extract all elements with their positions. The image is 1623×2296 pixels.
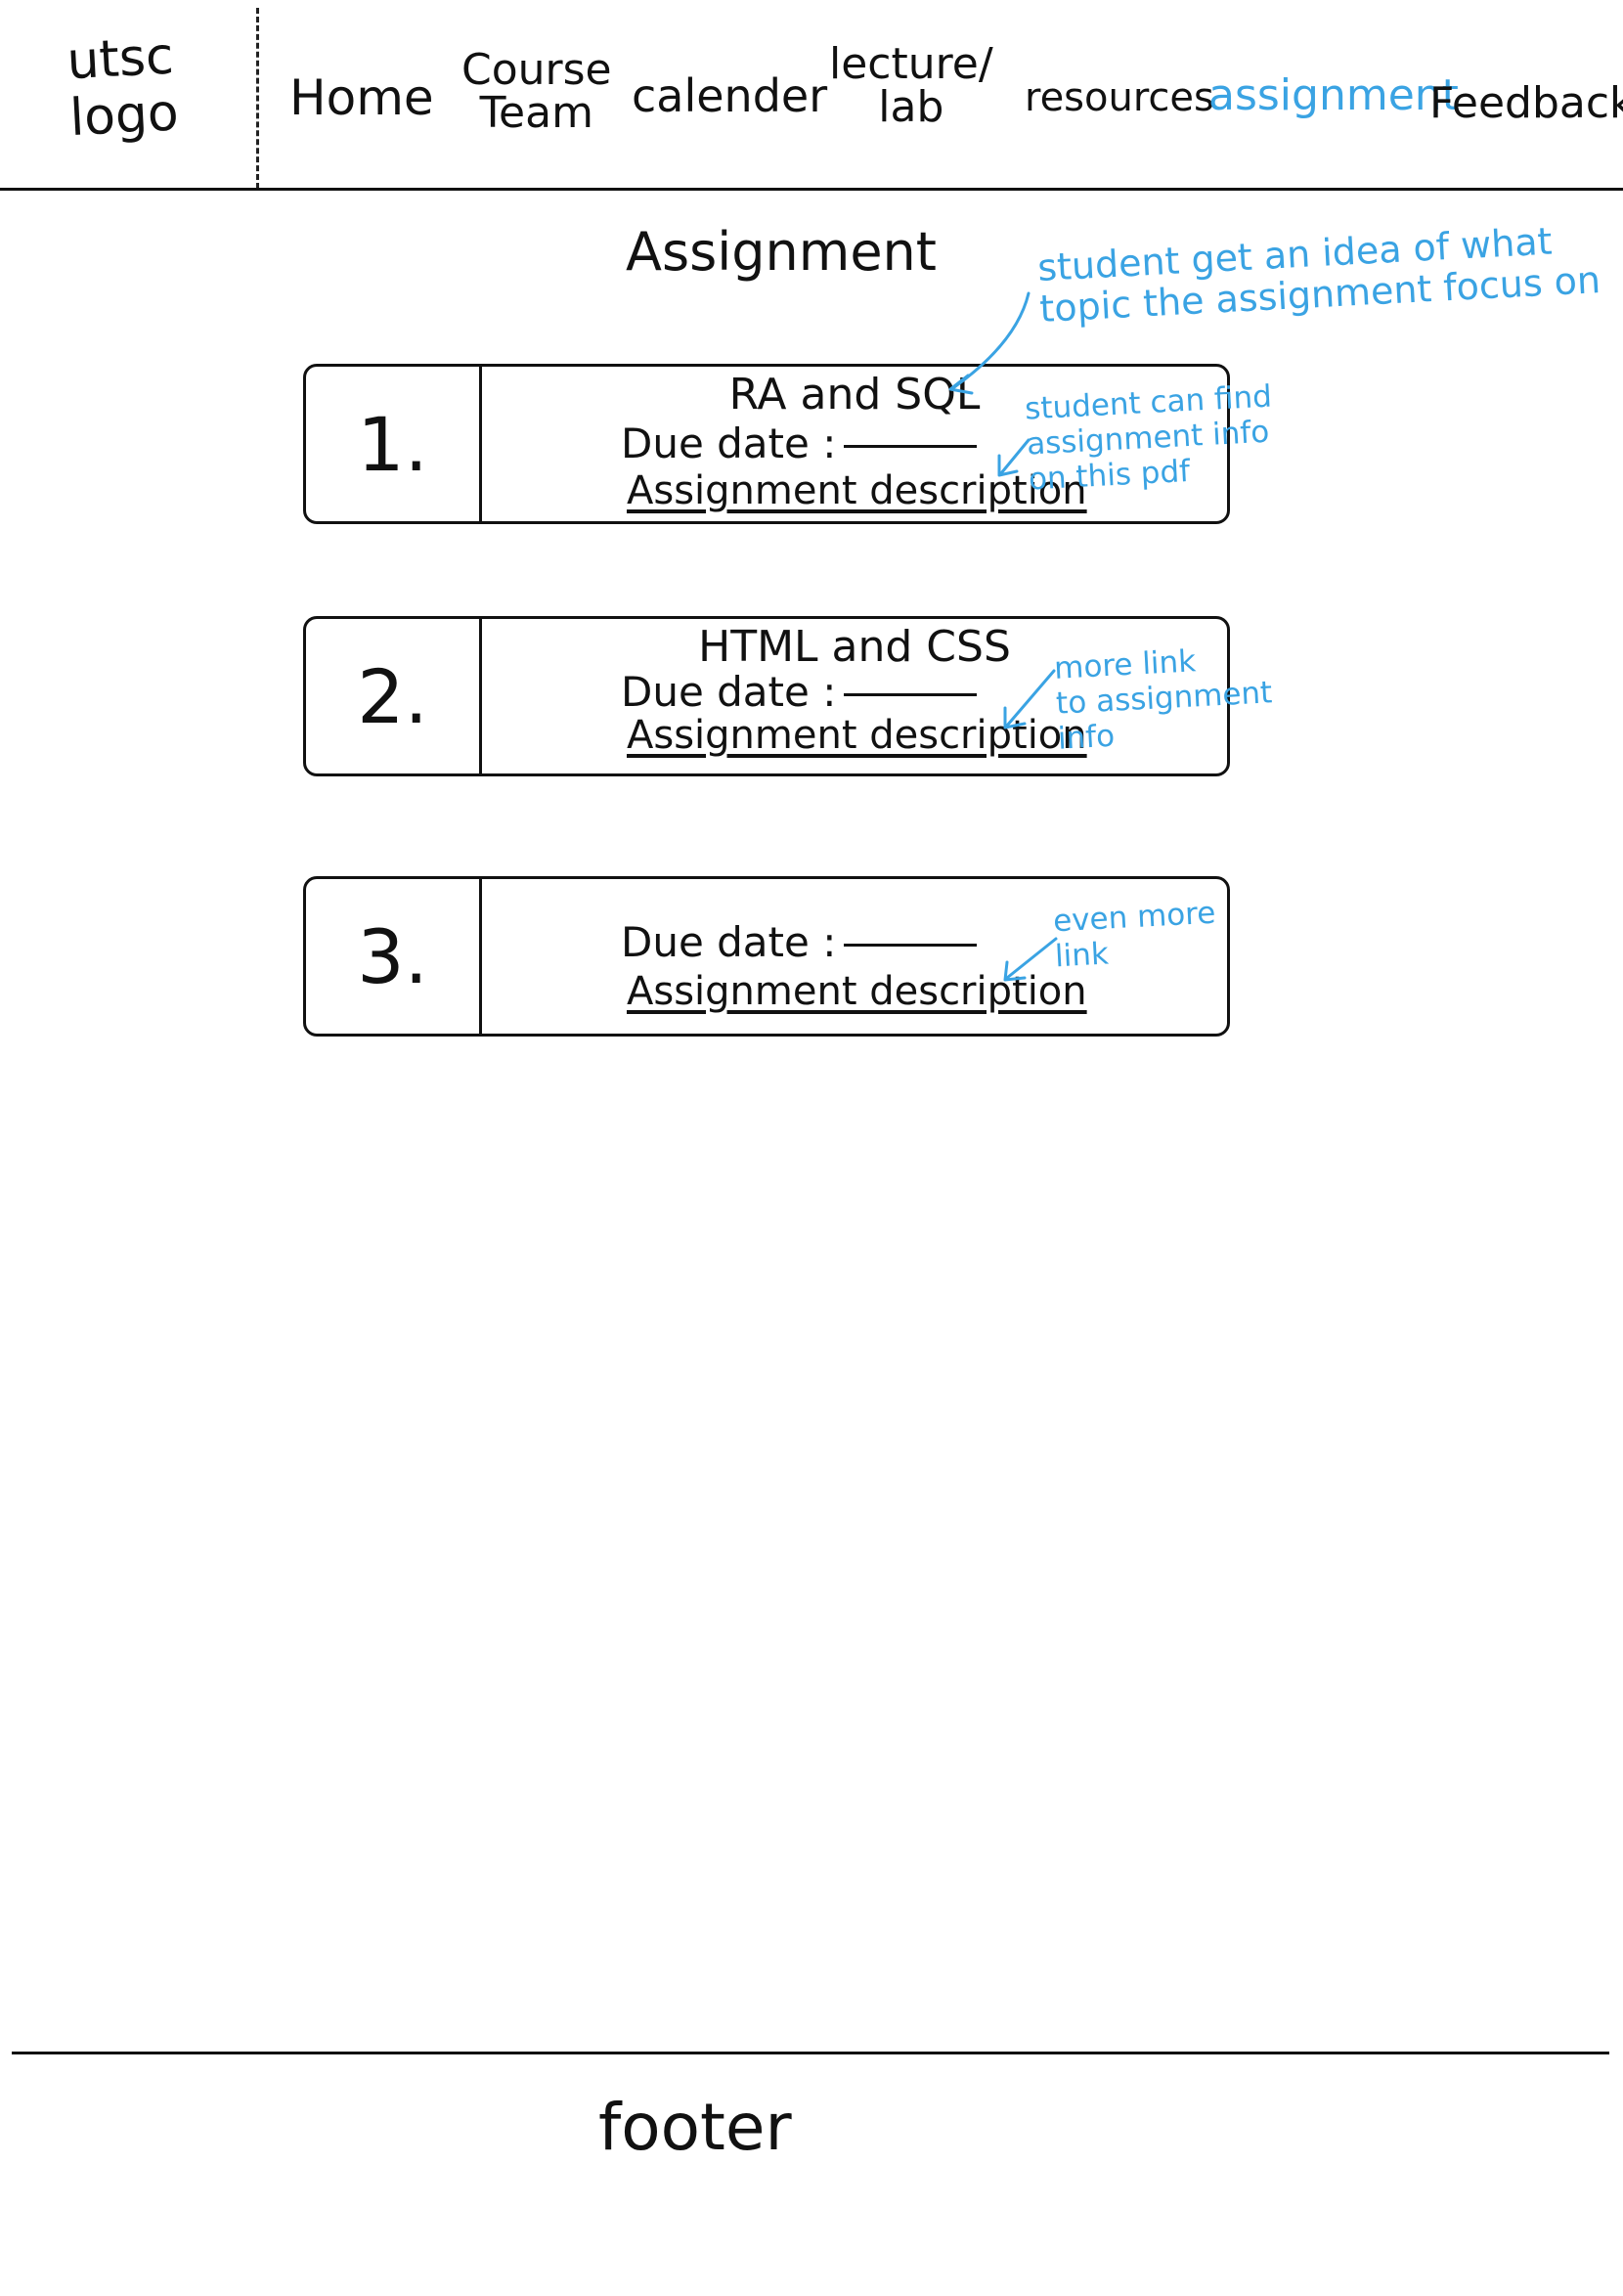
arrow-to-card1-link — [999, 438, 1031, 475]
annotation-arrows — [948, 291, 1058, 982]
footer: footer — [598, 2090, 792, 2165]
arrow-to-topic — [952, 291, 1031, 389]
arrow-to-card2-link — [1005, 669, 1056, 728]
arrow-to-card3-link — [1005, 937, 1058, 980]
footer-divider — [12, 2052, 1609, 2054]
